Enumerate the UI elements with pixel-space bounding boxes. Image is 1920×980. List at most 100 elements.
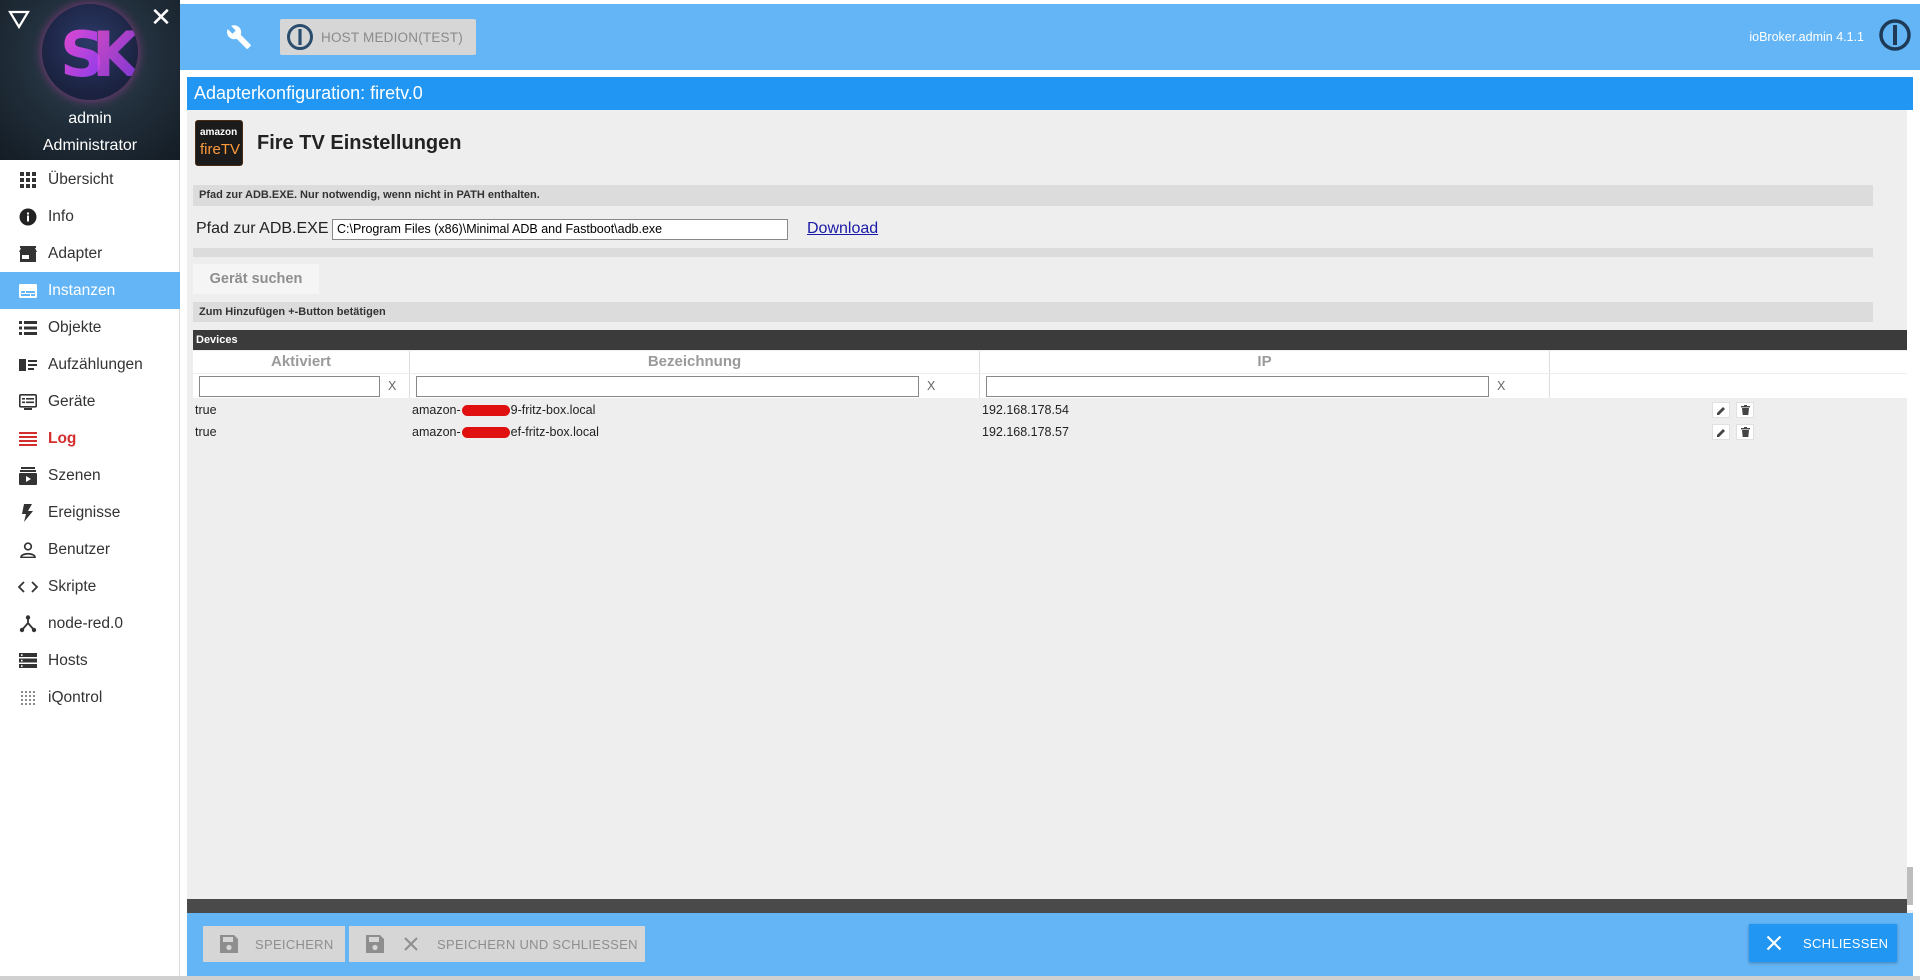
sidebar-item-label: iQontrol — [48, 688, 103, 706]
sidebar-item-label: Instanzen — [48, 281, 116, 299]
save-and-close-label: SPEICHERN UND SCHLIESSEN — [437, 936, 638, 952]
user-icon — [18, 540, 38, 560]
filter-clear-aktiviert[interactable]: X — [388, 379, 396, 393]
edit-icon — [1716, 428, 1725, 437]
enum-icon — [18, 355, 38, 375]
sidebar-item-label: Geräte — [48, 392, 96, 410]
sidebar-item-ereignisse[interactable]: Ereignisse — [0, 494, 180, 531]
store-icon — [18, 244, 38, 264]
scrollbar-thumb[interactable] — [1907, 867, 1913, 905]
filter-cell-ip: X — [980, 374, 1550, 398]
close-button[interactable]: SCHLIESSEN — [1749, 924, 1897, 962]
info-icon — [18, 207, 38, 227]
sidebar-item-szenen[interactable]: Szenen — [0, 457, 180, 494]
column-header-bezeichnung[interactable]: Bezeichnung — [410, 351, 980, 373]
log-icon — [18, 429, 38, 449]
version-label: ioBroker.admin 4.1.1 — [1749, 30, 1864, 44]
firetv-logo-icon: amazon fireTV — [195, 120, 243, 166]
delete-button[interactable] — [1736, 402, 1754, 418]
logo-text-top: amazon — [200, 127, 238, 138]
sidebar-item-iqontrol[interactable]: iQontrol — [0, 679, 180, 716]
cell-ip: 192.168.178.54 — [982, 403, 1069, 417]
apps-icon — [18, 170, 38, 190]
cell-aktiviert: true — [195, 403, 217, 417]
wrench-icon[interactable] — [226, 24, 252, 50]
scenes-icon — [18, 466, 38, 486]
edit-button[interactable] — [1712, 402, 1730, 418]
table-row[interactable]: true amazon- 9-fritz-box.local 192.168.17… — [193, 399, 1913, 421]
panel-footer: SPEICHERN SPEICHERN UND SCHLIESSEN SCHLI… — [187, 913, 1913, 980]
close-icon[interactable]: ✕ — [150, 4, 172, 30]
sidebar-item-hosts[interactable]: Hosts — [0, 642, 180, 679]
sidebar-item-label: node-red.0 — [48, 614, 123, 632]
sidebar-item-label: Objekte — [48, 318, 102, 336]
filter-clear-ip[interactable]: X — [1497, 379, 1505, 393]
name-suffix: 9-fritz-box.local — [510, 403, 596, 417]
avatar: S K — [42, 4, 138, 100]
sidebar-item-node-red[interactable]: node-red.0 — [0, 605, 180, 642]
app-title: Fire TV Einstellungen — [257, 131, 462, 154]
sidebar-item-uebersicht[interactable]: Übersicht — [0, 161, 180, 198]
sidebar-item-adapter[interactable]: Adapter — [0, 235, 180, 272]
sidebar-item-label: Log — [48, 429, 77, 447]
row-actions — [1712, 402, 1760, 418]
sidebar-item-geraete[interactable]: Geräte — [0, 383, 180, 420]
devices-table-title: Devices — [193, 330, 1913, 350]
filter-input-aktiviert[interactable] — [199, 375, 380, 397]
sidebar-item-label: Benutzer — [48, 540, 111, 558]
sidebar-item-instanzen[interactable]: Instanzen — [0, 272, 180, 309]
code-icon — [18, 577, 38, 597]
filter-input-bezeichnung[interactable] — [416, 375, 919, 397]
column-header-ip[interactable]: IP — [980, 351, 1550, 373]
table-row[interactable]: true amazon-ef-fritz-box.local 192.168.1… — [193, 421, 1913, 443]
search-device-button[interactable]: Gerät suchen — [193, 264, 319, 294]
edit-button[interactable] — [1712, 424, 1730, 440]
table-footer-bar — [187, 899, 1907, 913]
devices-table-header: Aktiviert Bezeichnung IP — [193, 351, 1913, 373]
filter-cell-bezeichnung: X — [410, 374, 980, 398]
sidebar-item-objekte[interactable]: Objekte — [0, 309, 180, 346]
window-bottom-edge — [0, 976, 1920, 980]
sidebar-header: ✕ S K admin Administrator — [0, 0, 180, 160]
devices-table-filter-row: X X X — [193, 374, 1913, 398]
close-icon — [1765, 934, 1783, 952]
filter-clear-bezeichnung[interactable]: X — [927, 379, 935, 393]
sidebar-item-label: Ereignisse — [48, 503, 121, 521]
column-header-aktiviert[interactable]: Aktiviert — [193, 351, 410, 373]
delete-icon — [1740, 405, 1750, 415]
name-prefix: amazon- — [412, 403, 461, 417]
sidebar-item-label: Adapter — [48, 244, 103, 262]
edit-icon — [1716, 406, 1725, 415]
dots-icon — [18, 688, 38, 708]
sidebar-item-label: Hosts — [48, 651, 88, 669]
sidebar-item-benutzer[interactable]: Benutzer — [0, 531, 180, 568]
sidebar-item-aufzaehlungen[interactable]: Aufzählungen — [0, 346, 180, 383]
save-icon — [219, 934, 239, 954]
devices-icon — [18, 392, 38, 412]
host-selector-button[interactable]: HOST MEDION(TEST) — [280, 19, 476, 55]
filter-input-ip[interactable] — [986, 375, 1489, 397]
sidebar-item-info[interactable]: Info — [0, 198, 180, 235]
cell-bezeichnung: amazon- 9-fritz-box.local — [410, 399, 980, 421]
cell-bezeichnung: amazon-ef-fritz-box.local — [410, 421, 980, 443]
sidebar-item-label: Übersicht — [48, 170, 114, 188]
cell-ip: 192.168.178.57 — [982, 425, 1069, 439]
delete-button[interactable] — [1736, 424, 1754, 440]
menu-toggle-icon[interactable] — [8, 8, 30, 30]
close-label: SCHLIESSEN — [1803, 935, 1889, 951]
download-link[interactable]: Download — [807, 220, 878, 238]
panel-scrollbar[interactable] — [1907, 110, 1913, 910]
save-button[interactable]: SPEICHERN — [203, 926, 345, 962]
sidebar-item-label: Szenen — [48, 466, 101, 484]
name-suffix: ef-fritz-box.local — [510, 425, 599, 439]
save-icon — [365, 934, 385, 954]
user-role: Administrator — [42, 137, 138, 154]
sidebar-item-label: Info — [48, 207, 74, 225]
adb-path-row: Pfad zur ADB.EXE Download — [196, 217, 878, 241]
sidebar-item-log[interactable]: Log — [0, 420, 180, 457]
save-and-close-button[interactable]: SPEICHERN UND SCHLIESSEN — [349, 926, 645, 962]
sidebar-item-skripte[interactable]: Skripte — [0, 568, 180, 605]
subtitles-icon — [18, 281, 38, 301]
adb-path-input[interactable] — [332, 218, 788, 240]
section-divider — [193, 248, 1873, 257]
